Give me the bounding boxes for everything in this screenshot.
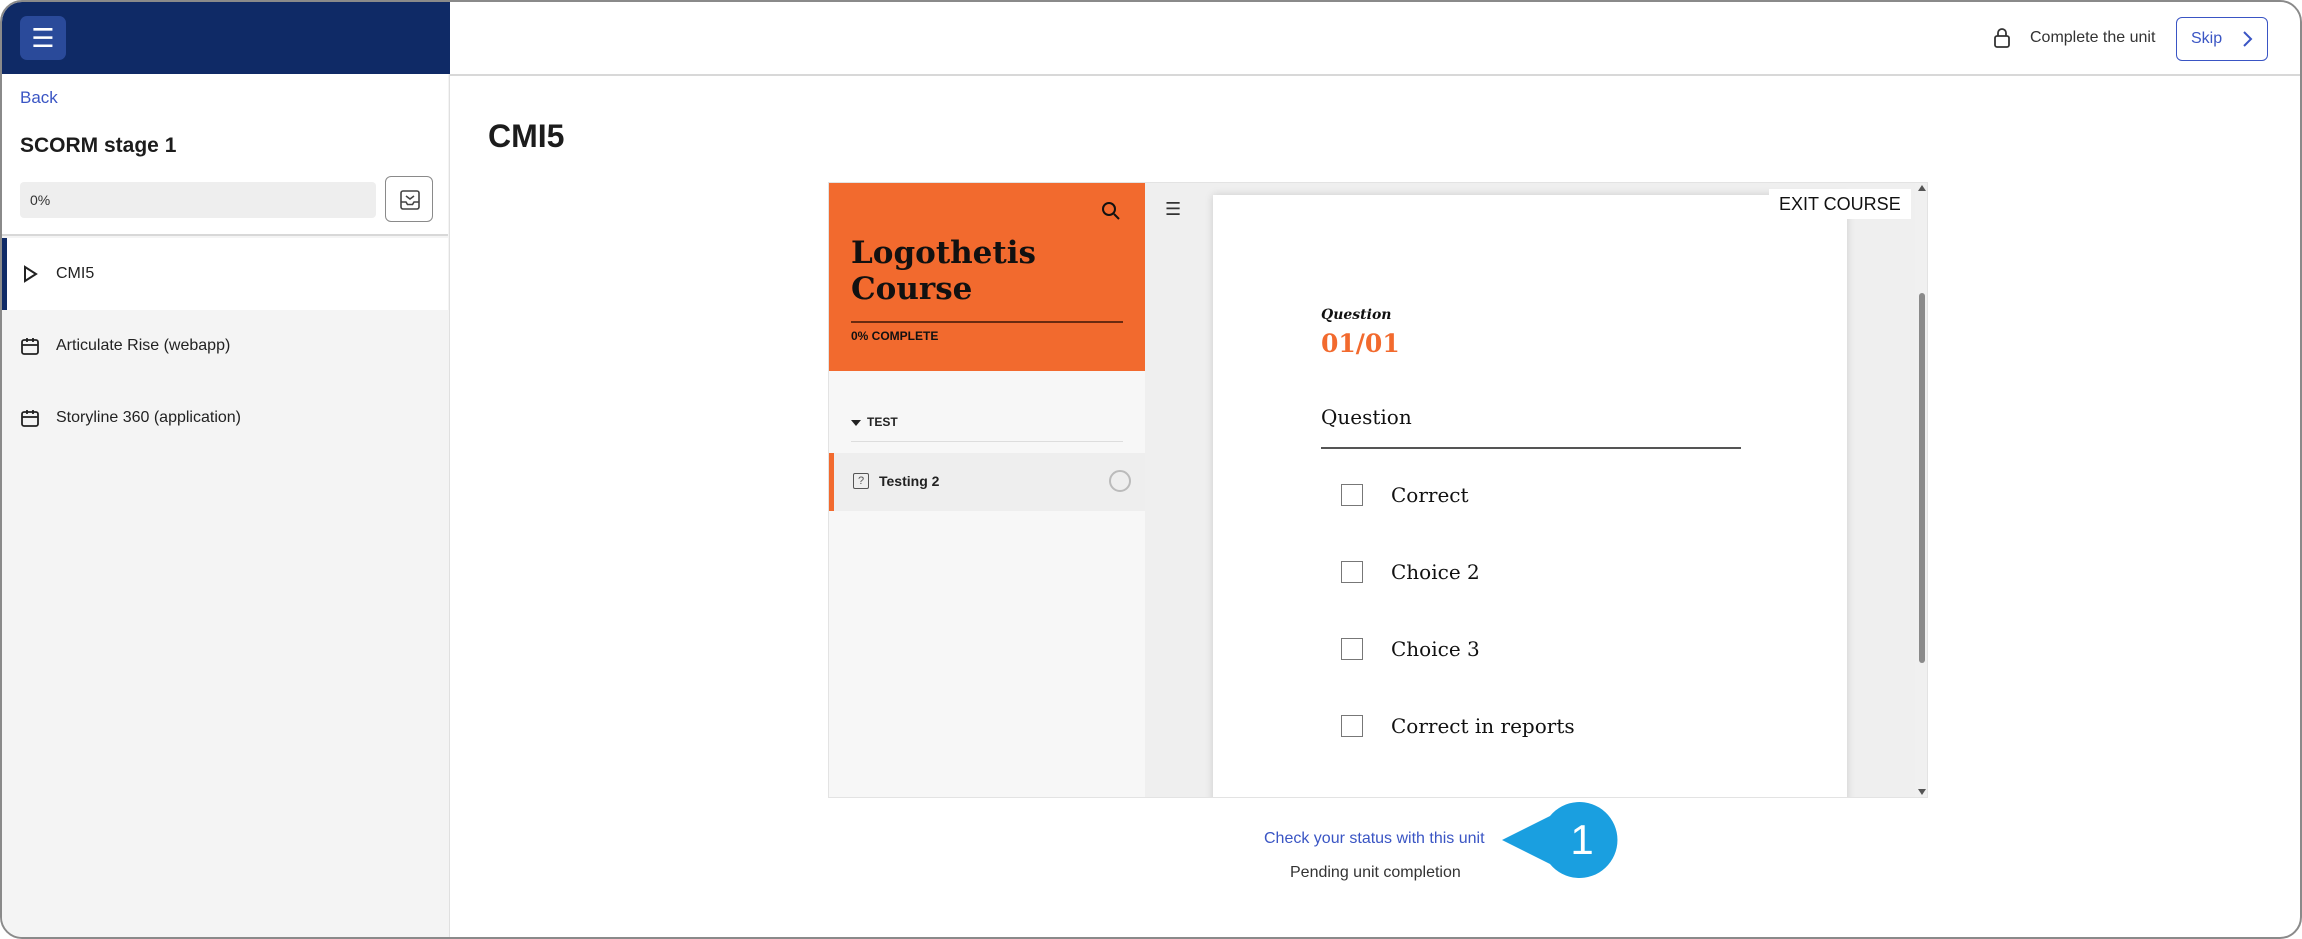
question-eyebrow: Question (1321, 307, 1392, 323)
scroll-up-icon[interactable] (1918, 185, 1926, 191)
course-player: Logothetis Course 0% COMPLETE TEST ? Tes… (828, 182, 1928, 798)
app-window: ☰ Back SCORM stage 1 0% CMI5 Articulate … (0, 0, 2302, 939)
question-mark-icon: ? (853, 473, 869, 489)
divider (1321, 447, 1741, 449)
pending-status-text: Pending unit completion (1290, 864, 1461, 881)
sidebar: ☰ Back SCORM stage 1 0% CMI5 Articulate … (2, 2, 450, 937)
choice-label: Correct in reports (1391, 714, 1575, 738)
stage-title: SCORM stage 1 (20, 134, 177, 157)
course-progress-label: 0% COMPLETE (851, 329, 939, 343)
choice-option[interactable]: Choice 3 (1341, 635, 1480, 663)
section-label: TEST (867, 415, 898, 429)
page-title: CMI5 (488, 118, 565, 154)
question-text: Question (1321, 405, 1412, 429)
scroll-down-icon[interactable] (1918, 789, 1926, 795)
choice-option[interactable]: Correct in reports (1341, 712, 1575, 740)
checkbox[interactable] (1341, 484, 1363, 506)
caret-down-icon (851, 419, 861, 426)
skip-button[interactable]: Skip (2176, 17, 2268, 61)
course-header: Logothetis Course 0% COMPLETE (829, 183, 1145, 371)
sidebar-item-label: Articulate Rise (webapp) (56, 337, 231, 354)
package-icon (21, 410, 39, 427)
checkbox[interactable] (1341, 638, 1363, 660)
unit-list: CMI5 Articulate Rise (webapp) Storyline … (2, 238, 448, 454)
sidebar-item-label: CMI5 (56, 265, 95, 282)
play-icon (24, 265, 38, 283)
choice-label: Choice 2 (1391, 560, 1480, 584)
sidebar-item-storyline[interactable]: Storyline 360 (application) (2, 382, 448, 454)
question-card: Question 01/01 Question Correct Choice 2… (1213, 195, 1847, 797)
complete-unit-label: Complete the unit (2030, 29, 2156, 46)
choice-option[interactable]: Choice 2 (1341, 558, 1480, 586)
lesson-content: ☰ Question 01/01 Question Correct Choice… (1145, 183, 1927, 797)
choice-option[interactable]: Correct (1341, 481, 1469, 509)
sidebar-header-bar: ☰ (2, 2, 450, 74)
checkbox[interactable] (1341, 715, 1363, 737)
sidebar-item-label: Storyline 360 (application) (56, 409, 241, 426)
course-nav-panel: Logothetis Course 0% COMPLETE TEST ? Tes… (829, 183, 1145, 797)
question-number: 01/01 (1321, 329, 1400, 358)
scrollbar-thumb[interactable] (1919, 293, 1925, 663)
inbox-button[interactable] (385, 176, 433, 222)
divider (851, 441, 1123, 442)
inbox-tray-icon (400, 190, 420, 210)
lesson-item[interactable]: ? Testing 2 (829, 453, 1145, 511)
choice-label: Correct (1391, 483, 1469, 507)
topbar: Complete the unit Skip (450, 2, 2300, 76)
lock-icon (1994, 28, 2010, 48)
exit-course-button[interactable]: EXIT COURSE (1769, 189, 1911, 219)
scrollbar[interactable] (1915, 183, 1927, 797)
hamburger-icon[interactable]: ☰ (1165, 199, 1181, 220)
lesson-status-circle-icon (1109, 470, 1131, 492)
callout-badge: 1 (1502, 802, 1618, 878)
check-status-link[interactable]: Check your status with this unit (1264, 830, 1485, 848)
sidebar-course-header: Back SCORM stage 1 0% (2, 74, 448, 236)
skip-button-label: Skip (2191, 30, 2223, 47)
choice-label: Choice 3 (1391, 637, 1480, 661)
menu-icon[interactable]: ☰ (20, 16, 66, 60)
course-title: Logothetis Course (851, 235, 1036, 307)
package-icon (21, 338, 39, 355)
chevron-right-icon (2243, 31, 2253, 47)
course-progress-bar (851, 321, 1123, 323)
progress-bar: 0% (20, 182, 376, 218)
checkbox[interactable] (1341, 561, 1363, 583)
back-link[interactable]: Back (20, 88, 58, 108)
lesson-label: Testing 2 (879, 473, 940, 489)
sidebar-item-articulate-rise[interactable]: Articulate Rise (webapp) (2, 310, 448, 382)
section-toggle[interactable]: TEST (851, 415, 898, 429)
search-icon[interactable] (1101, 201, 1121, 221)
callout-number: 1 (1570, 816, 1593, 863)
sidebar-item-cmi5[interactable]: CMI5 (2, 238, 448, 310)
